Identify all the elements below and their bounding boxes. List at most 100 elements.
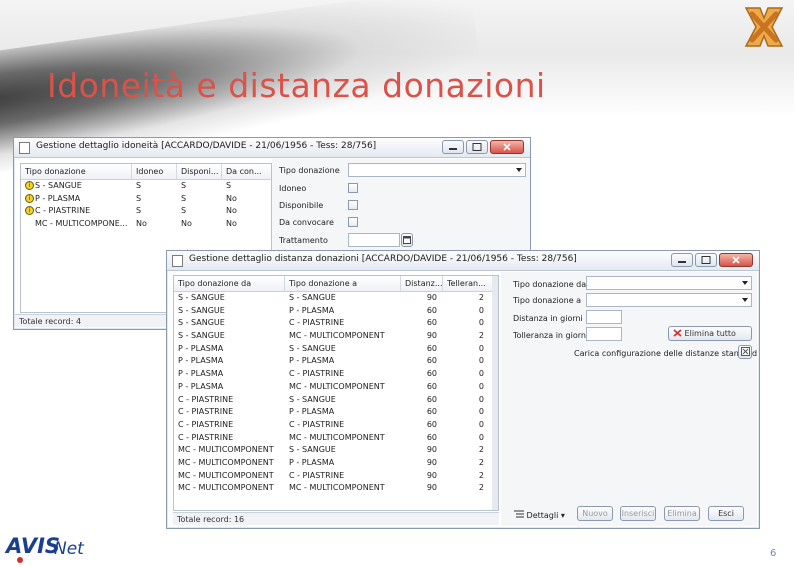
slide-title: Idoneità e distanza donazioni <box>47 66 546 105</box>
close-icon <box>503 143 511 151</box>
nuovo-button[interactable]: Nuovo <box>577 506 613 521</box>
table-row[interactable]: S - SANGUE MC - MULTICOMPONENT 90 2 <box>174 330 498 343</box>
table-cell: P - PLASMA <box>289 305 335 315</box>
column-header[interactable]: Tipo donazione a <box>285 276 401 291</box>
table-row[interactable]: P - PLASMA P - PLASMA 60 0 <box>174 355 498 368</box>
table-row[interactable]: iS - SANGUE S S S <box>21 180 271 193</box>
avis-logo: AVIS Net <box>4 534 85 563</box>
table-row[interactable]: P - PLASMA C - PIASTRINE 60 0 <box>174 368 498 381</box>
table-cell: S <box>132 205 177 218</box>
inserisci-button[interactable]: Inserisci <box>620 506 656 521</box>
table-cell: C - PIASTRINE <box>289 470 345 480</box>
cell-text: S <box>226 181 232 190</box>
table-row[interactable]: iC - PIASTRINE S S No <box>21 205 271 218</box>
maximize-button[interactable] <box>466 140 488 154</box>
table-row[interactable]: C - PIASTRINE MC - MULTICOMPONENT 60 0 <box>174 432 498 445</box>
cell-text: P - PLASMA <box>35 193 81 203</box>
status-bar: Totale record: 16 <box>173 512 499 525</box>
table-row[interactable]: S - SANGUE S - SANGUE 90 2 <box>174 292 498 305</box>
column-header[interactable]: Da con... <box>222 164 268 179</box>
table-row[interactable]: C - PIASTRINE P - PLASMA 60 0 <box>174 406 498 419</box>
table-cell: 60 <box>426 419 437 429</box>
table-cell: P - PLASMA <box>289 457 335 467</box>
table-cell: No <box>132 218 177 231</box>
maximize-button[interactable] <box>695 253 717 267</box>
load-config-icon <box>740 347 750 356</box>
idoneita-window-titlebar[interactable]: Gestione dettaglio idoneità [ACCARDO/DAV… <box>14 138 530 158</box>
distanza-window[interactable]: Gestione dettaglio distanza donazioni [A… <box>166 250 760 529</box>
cell-text: C - PIASTRINE <box>35 206 91 216</box>
table-row[interactable]: MC - MULTICOMPONENT P - PLASMA 90 2 <box>174 457 498 470</box>
cell-text: No <box>226 193 237 203</box>
chevron-down-icon <box>742 298 748 302</box>
info-icon: i <box>25 206 34 216</box>
table-row[interactable]: MC - MULTICOMPONENT MC - MULTICOMPONENT 90… <box>174 482 498 495</box>
trattamento-input[interactable] <box>348 233 400 247</box>
table-cell: P - PLASMA <box>178 381 224 391</box>
table-cell: MC - MULTICOMPONENT <box>289 381 385 391</box>
table-cell: S <box>132 180 177 193</box>
idoneo-checkbox[interactable] <box>348 183 358 193</box>
calendar-icon <box>403 236 411 244</box>
table-cell: 60 <box>426 305 437 315</box>
idoneita-window-title: Gestione dettaglio idoneità [ACCARDO/DAV… <box>36 141 377 151</box>
distanza-input[interactable] <box>586 310 622 324</box>
column-header[interactable]: Distanz... <box>401 276 443 291</box>
table-row[interactable]: S - SANGUE P - PLASMA 60 0 <box>174 305 498 318</box>
distanza-window-titlebar[interactable]: Gestione dettaglio distanza donazioni [A… <box>167 251 759 271</box>
esci-button[interactable]: Esci <box>708 506 744 521</box>
carica-config-button[interactable] <box>738 345 752 359</box>
elimina-tutto-button[interactable]: Elimina tutto <box>668 326 752 341</box>
table-row[interactable]: MC - MULTICOMPONE... No No No <box>21 218 271 231</box>
table-cell: 0 <box>478 394 484 404</box>
disponibile-checkbox[interactable] <box>348 200 358 210</box>
column-header[interactable]: Disponi... <box>177 164 222 179</box>
grid-header: Tipo donazione da Tipo donazione a Dista… <box>174 276 498 292</box>
tolleranza-label: Tolleranza in giorni <box>513 331 589 340</box>
table-row[interactable]: S - SANGUE C - PIASTRINE 60 0 <box>174 317 498 330</box>
table-cell: iP - PLASMA <box>21 193 132 206</box>
distanza-label: Distanza in giorni <box>513 314 583 323</box>
column-header[interactable]: Tipo donazione da <box>174 276 285 291</box>
column-header[interactable]: Tipo donazione <box>21 164 132 179</box>
cell-text: S <box>136 206 142 216</box>
grid-scrollbar[interactable] <box>492 276 498 510</box>
tipo-donazione-select[interactable] <box>348 163 526 177</box>
minimize-button[interactable] <box>671 253 693 267</box>
info-icon: i <box>25 193 34 203</box>
close-button[interactable] <box>719 253 753 267</box>
elimina-button[interactable]: Elimina <box>664 506 700 521</box>
tipo-donazione-a-select[interactable] <box>586 293 752 307</box>
cell-text: MC - MULTICOMPONE... <box>35 219 128 229</box>
table-row[interactable]: P - PLASMA MC - MULTICOMPONENT 60 0 <box>174 381 498 394</box>
dettagli-toggle[interactable]: Dettagli ▾ <box>514 510 565 520</box>
tolleranza-input[interactable] <box>586 327 622 341</box>
minimize-button[interactable] <box>442 140 464 154</box>
table-row[interactable]: C - PIASTRINE C - PIASTRINE 60 0 <box>174 419 498 432</box>
distanza-grid[interactable]: Tipo donazione da Tipo donazione a Dista… <box>173 275 499 511</box>
table-row[interactable]: C - PIASTRINE S - SANGUE 60 0 <box>174 394 498 407</box>
table-cell: S - SANGUE <box>289 445 336 455</box>
cell-text: No <box>226 219 237 229</box>
column-header[interactable]: Telleran... <box>443 276 490 291</box>
table-row[interactable]: MC - MULTICOMPONENT S - SANGUE 90 2 <box>174 444 498 457</box>
calendar-button[interactable] <box>401 233 413 247</box>
distanza-form: Tipo donazione da Tipo donazione a Dista… <box>501 272 757 526</box>
column-header[interactable]: Idoneo <box>132 164 177 179</box>
table-cell: S - SANGUE <box>178 318 225 328</box>
tipo-donazione-da-select[interactable] <box>586 276 752 290</box>
da-convocare-checkbox[interactable] <box>348 217 358 227</box>
table-row[interactable]: iP - PLASMA S S No <box>21 193 271 206</box>
table-cell: S - SANGUE <box>289 343 336 353</box>
table-cell: No <box>222 205 268 218</box>
table-cell: S <box>132 193 177 206</box>
disponibile-label: Disponibile <box>279 201 324 210</box>
table-row[interactable]: MC - MULTICOMPONENT C - PIASTRINE 90 2 <box>174 470 498 483</box>
close-button[interactable] <box>490 140 524 154</box>
table-cell: 60 <box>426 407 437 417</box>
table-row[interactable]: P - PLASMA S - SANGUE 60 0 <box>174 343 498 356</box>
maximize-icon <box>472 143 482 151</box>
table-cell: 0 <box>478 369 484 379</box>
grid-body: iS - SANGUE S S Si P - PLASMA S S No i C - PIASTR… <box>21 180 271 231</box>
table-cell: No <box>222 218 268 231</box>
